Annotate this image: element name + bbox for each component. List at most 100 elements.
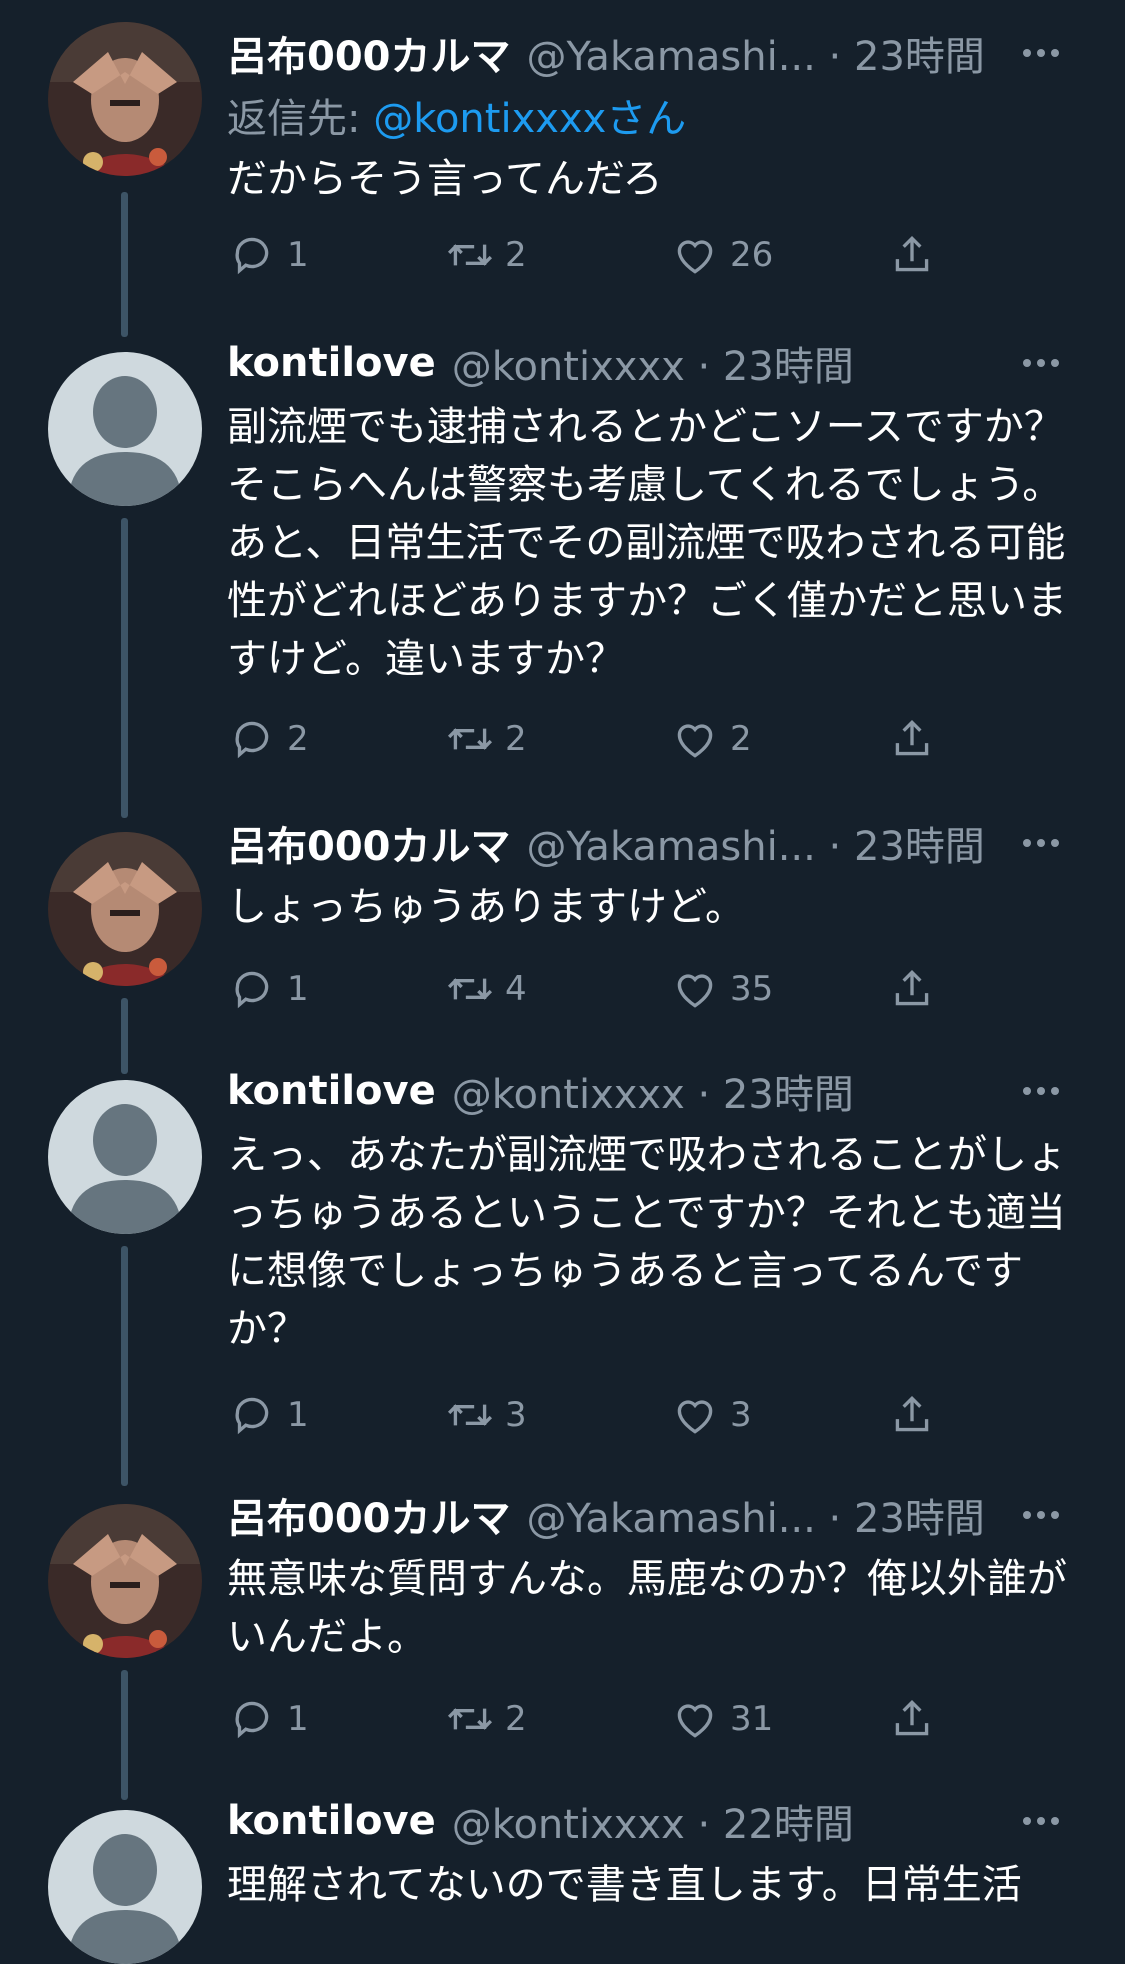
tweet-header: 呂布000カルマ @Yakamashi... · 23時間 bbox=[227, 1484, 1075, 1546]
tweet-body: kontilove @kontixxxx · 22時間 理解されてないので書き直… bbox=[227, 1790, 1075, 1914]
reply-icon bbox=[235, 971, 269, 1009]
author-handle-time: @kontixxxx · 23時間 bbox=[451, 344, 854, 390]
avatar-ryofu[interactable] bbox=[48, 22, 202, 176]
author-name[interactable]: 呂布000カルマ bbox=[227, 1486, 511, 1544]
like-count: 31 bbox=[730, 1699, 774, 1739]
heart-icon bbox=[677, 974, 713, 1008]
share-icon bbox=[895, 969, 929, 1006]
tweet-time[interactable]: 23時間 bbox=[723, 1072, 854, 1118]
retweet-button[interactable]: 2 bbox=[445, 714, 527, 764]
heart-icon bbox=[677, 240, 713, 274]
like-button[interactable]: 26 bbox=[670, 230, 773, 280]
tweet-body: kontilove @kontixxxx · 23時間 副流煙でも逮捕されるとか… bbox=[227, 332, 1075, 688]
tweet-body: 呂布000カルマ @Yakamashi... · 23時間 返信先: @kont… bbox=[227, 22, 1075, 208]
tweet-body: 呂布000カルマ @Yakamashi... · 23時間 無意味な質問すんな。… bbox=[227, 1484, 1075, 1666]
reply-button[interactable]: 1 bbox=[227, 230, 309, 280]
share-button[interactable] bbox=[887, 1694, 937, 1744]
reply-icon bbox=[235, 721, 269, 759]
like-button[interactable]: 35 bbox=[670, 964, 773, 1014]
thread-line bbox=[121, 998, 128, 1074]
reply-count: 1 bbox=[287, 1395, 309, 1435]
author-handle[interactable]: @Yakamashi... bbox=[527, 34, 816, 80]
tweet-time[interactable]: 23時間 bbox=[854, 1496, 985, 1542]
tweet-actions: 1 4 35 bbox=[227, 964, 967, 1024]
tweet-header: 呂布000カルマ @Yakamashi... · 23時間 bbox=[227, 812, 1075, 874]
like-button[interactable]: 2 bbox=[670, 714, 752, 764]
avatar-default[interactable] bbox=[48, 352, 202, 506]
tweet-time[interactable]: 22時間 bbox=[723, 1802, 854, 1848]
author-handle[interactable]: @kontixxxx bbox=[452, 344, 685, 390]
tweet-header: 呂布000カルマ @Yakamashi... · 23時間 bbox=[227, 22, 1075, 84]
retweet-button[interactable]: 2 bbox=[445, 230, 527, 280]
retweet-icon bbox=[447, 1708, 493, 1730]
tweet-actions: 1 2 26 bbox=[227, 230, 967, 290]
retweet-icon bbox=[447, 244, 493, 266]
retweet-button[interactable]: 2 bbox=[445, 1694, 527, 1744]
author-name[interactable]: 呂布000カルマ bbox=[227, 814, 511, 872]
avatar-default[interactable] bbox=[48, 1810, 202, 1964]
author-handle[interactable]: @kontixxxx bbox=[452, 1802, 685, 1848]
tweet-time[interactable]: 23時間 bbox=[723, 344, 854, 390]
more-icon[interactable] bbox=[1023, 1817, 1075, 1825]
like-count: 3 bbox=[730, 1395, 752, 1435]
author-handle-time: @Yakamashi... · 23時間 bbox=[526, 824, 985, 870]
author-handle[interactable]: @Yakamashi... bbox=[527, 1496, 816, 1542]
retweet-button[interactable]: 4 bbox=[445, 964, 527, 1014]
more-icon[interactable] bbox=[1023, 1087, 1075, 1095]
reply-count: 1 bbox=[287, 235, 309, 275]
tweet-header: kontilove @kontixxxx · 23時間 bbox=[227, 332, 1075, 394]
avatar-ryofu[interactable] bbox=[48, 1504, 202, 1658]
author-name[interactable]: kontilove bbox=[227, 340, 436, 386]
tweet-body: kontilove @kontixxxx · 23時間 えっ、あなたが副流煙で吸… bbox=[227, 1060, 1075, 1358]
author-handle[interactable]: @kontixxxx bbox=[452, 1072, 685, 1118]
avatar-default[interactable] bbox=[48, 1080, 202, 1234]
tweet-text: 理解されてないので書き直します。日常生活 bbox=[227, 1862, 1022, 1908]
tweet-text: 無意味な質問すんな。馬鹿なのか？俺以外誰がいんだよ。 bbox=[227, 1556, 1067, 1660]
author-handle[interactable]: @Yakamashi... bbox=[527, 824, 816, 870]
retweet-count: 2 bbox=[505, 1699, 527, 1739]
tweet-time[interactable]: 23時間 bbox=[854, 824, 985, 870]
tweet-actions: 2 2 2 bbox=[227, 714, 967, 774]
share-button[interactable] bbox=[887, 714, 937, 764]
avatar-ryofu[interactable] bbox=[48, 832, 202, 986]
share-button[interactable] bbox=[887, 964, 937, 1014]
author-name[interactable]: kontilove bbox=[227, 1068, 436, 1114]
thread-line bbox=[121, 1246, 128, 1486]
reply-button[interactable]: 1 bbox=[227, 1694, 309, 1744]
tweet-text: 副流煙でも逮捕されるとかどこソースですか？そこらへんは警察も考慮してくれるでしょ… bbox=[227, 404, 1067, 682]
like-count: 26 bbox=[730, 235, 774, 275]
reply-button[interactable]: 1 bbox=[227, 964, 309, 1014]
author-name[interactable]: kontilove bbox=[227, 1798, 436, 1844]
more-icon[interactable] bbox=[1023, 1511, 1075, 1519]
retweet-button[interactable]: 3 bbox=[445, 1390, 527, 1440]
author-name[interactable]: 呂布000カルマ bbox=[227, 24, 511, 82]
reply-button[interactable]: 1 bbox=[227, 1390, 309, 1440]
more-icon[interactable] bbox=[1023, 49, 1075, 57]
heart-icon bbox=[677, 1400, 713, 1434]
heart-icon bbox=[677, 1704, 713, 1738]
more-icon[interactable] bbox=[1023, 359, 1075, 367]
like-button[interactable]: 31 bbox=[670, 1694, 773, 1744]
tweet-text: えっ、あなたが副流煙で吸わされることがしょっちゅうあるということですか？それとも… bbox=[227, 1132, 1067, 1352]
reply-button[interactable]: 2 bbox=[227, 714, 309, 764]
more-icon[interactable] bbox=[1023, 839, 1075, 847]
reply-to-line: 返信先: @kontixxxxさん bbox=[227, 86, 1075, 144]
share-icon bbox=[895, 719, 929, 756]
share-button[interactable] bbox=[887, 1390, 937, 1440]
retweet-count: 2 bbox=[505, 235, 527, 275]
tweet-text: しょっちゅうありますけど。 bbox=[227, 884, 745, 930]
like-button[interactable]: 3 bbox=[670, 1390, 752, 1440]
author-handle-time: @kontixxxx · 23時間 bbox=[451, 1072, 854, 1118]
tweet-time[interactable]: 23時間 bbox=[854, 34, 985, 80]
reply-icon bbox=[235, 1397, 269, 1435]
retweet-icon bbox=[447, 728, 493, 750]
reply-count: 2 bbox=[287, 719, 309, 759]
reply-to-label: 返信先: bbox=[227, 96, 374, 142]
share-button[interactable] bbox=[887, 230, 937, 280]
like-count: 35 bbox=[730, 969, 774, 1009]
reply-to-mention[interactable]: @kontixxxxさん bbox=[373, 96, 686, 142]
reply-count: 1 bbox=[287, 1699, 309, 1739]
tweet-actions: 1 3 3 bbox=[227, 1390, 967, 1450]
tweet-thread: 呂布000カルマ @Yakamashi... · 23時間 返信先: @kont… bbox=[0, 0, 1125, 1964]
thread-line bbox=[121, 192, 128, 337]
